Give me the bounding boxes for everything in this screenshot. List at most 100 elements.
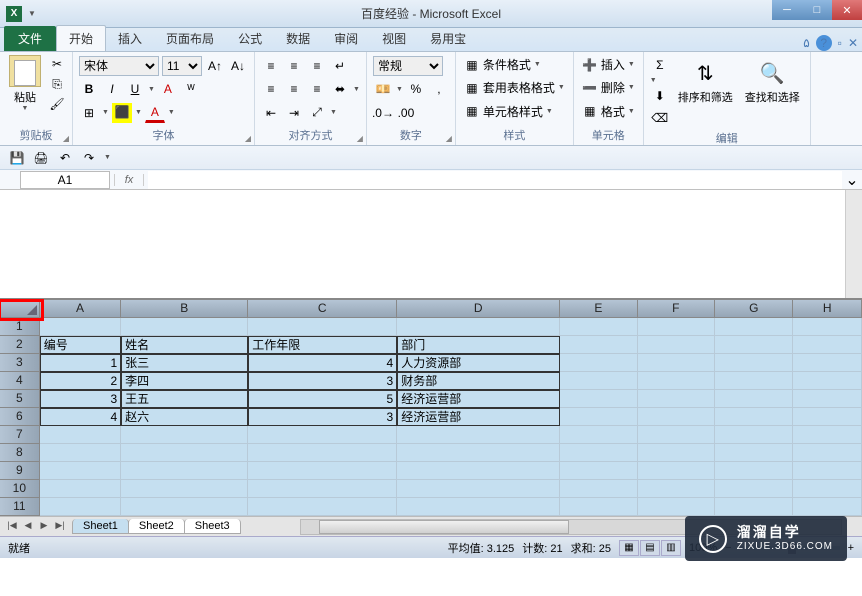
tab-review[interactable]: 审阅 (322, 26, 370, 51)
fx-icon[interactable]: fx (114, 174, 144, 186)
cell[interactable] (715, 444, 793, 462)
cell[interactable]: 人力资源部 (397, 354, 560, 372)
cell[interactable]: 李四 (121, 372, 248, 390)
cell[interactable] (248, 426, 397, 444)
table-format-button[interactable]: ▦套用表格格式▼ (462, 78, 567, 97)
fill-color-button[interactable]: ⬛ (112, 103, 132, 123)
tab-home[interactable]: 开始 (56, 25, 106, 51)
font-color-button[interactable]: A (145, 103, 165, 123)
cell[interactable] (40, 318, 121, 336)
conditional-format-button[interactable]: ▦条件格式▼ (462, 55, 567, 74)
cell[interactable] (397, 444, 560, 462)
align-center-icon[interactable]: ≡ (284, 79, 304, 99)
border-button[interactable]: ⊞ (79, 103, 99, 123)
tab-formulas[interactable]: 公式 (226, 26, 274, 51)
cell[interactable] (638, 372, 715, 390)
cell[interactable] (40, 444, 121, 462)
cell[interactable] (638, 390, 715, 408)
tab-insert[interactable]: 插入 (106, 26, 154, 51)
cell[interactable]: 工作年限 (248, 336, 397, 354)
align-bottom-icon[interactable]: ≡ (307, 56, 327, 76)
cell[interactable] (121, 480, 248, 498)
tab-pagelayout[interactable]: 页面布局 (154, 26, 226, 51)
row-header[interactable]: 5 (0, 390, 40, 408)
tab-file[interactable]: 文件 (4, 26, 56, 51)
row-header[interactable]: 9 (0, 462, 40, 480)
insert-cells-button[interactable]: ➕插入▼ (580, 55, 637, 74)
cell[interactable] (715, 354, 793, 372)
cell[interactable] (638, 318, 715, 336)
cell[interactable]: 赵六 (121, 408, 248, 426)
qat-dropdown-icon[interactable]: ▼ (28, 9, 38, 18)
clear-icon[interactable]: ⌫ (650, 108, 670, 128)
font-size-select[interactable]: 11 (162, 56, 202, 76)
zoom-in-icon[interactable]: + (848, 542, 854, 554)
cell[interactable] (40, 426, 121, 444)
cell[interactable] (715, 408, 793, 426)
cell[interactable] (638, 336, 715, 354)
row-header[interactable]: 7 (0, 426, 40, 444)
cell[interactable]: 5 (248, 390, 397, 408)
cell[interactable] (793, 390, 862, 408)
cell[interactable] (560, 498, 637, 516)
doc-close-icon[interactable]: ✕ (848, 36, 858, 50)
split-vscroll[interactable] (845, 190, 862, 298)
cell[interactable]: 张三 (121, 354, 248, 372)
autosum-icon[interactable]: Σ (650, 55, 670, 75)
cell[interactable] (793, 354, 862, 372)
cell[interactable]: 财务部 (397, 372, 560, 390)
cell[interactable] (121, 462, 248, 480)
row-header[interactable]: 10 (0, 480, 40, 498)
align-top-icon[interactable]: ≡ (261, 56, 281, 76)
merge-center-icon[interactable]: ⬌ (330, 79, 350, 99)
cell[interactable] (793, 408, 862, 426)
sheet-tab[interactable]: Sheet3 (184, 519, 241, 534)
cell[interactable] (793, 462, 862, 480)
cell[interactable]: 3 (248, 408, 397, 426)
cell[interactable] (40, 462, 121, 480)
cell[interactable]: 姓名 (121, 336, 248, 354)
copy-icon[interactable]: ⎘ (48, 75, 66, 93)
cell[interactable]: 4 (248, 354, 397, 372)
sheet-nav-first-icon[interactable]: |◀ (4, 520, 20, 534)
cell[interactable] (715, 390, 793, 408)
cell[interactable] (715, 372, 793, 390)
accounting-format-icon[interactable]: 💴 (373, 79, 393, 99)
cell[interactable] (248, 444, 397, 462)
format-cells-button[interactable]: ▦格式▼ (580, 102, 637, 121)
column-header[interactable]: A (40, 300, 121, 318)
cell[interactable] (560, 408, 637, 426)
italic-button[interactable]: I (102, 79, 122, 99)
clipboard-launcher-icon[interactable]: ◢ (63, 134, 69, 143)
cell[interactable] (638, 408, 715, 426)
maximize-button[interactable]: □ (802, 0, 832, 20)
view-pagebreak-icon[interactable]: ▥ (661, 540, 681, 556)
format-painter-icon[interactable]: 🖌 (48, 95, 66, 113)
sheet-nav-prev-icon[interactable]: ◀ (20, 520, 36, 534)
font-launcher-icon[interactable]: ◢ (245, 134, 251, 143)
cell[interactable]: 王五 (121, 390, 248, 408)
qat-customize-icon[interactable]: ▼ (104, 154, 111, 161)
increase-decimal-icon[interactable]: .0→ (373, 103, 393, 123)
tab-view[interactable]: 视图 (370, 26, 418, 51)
cell[interactable] (638, 498, 715, 516)
cell[interactable] (40, 498, 121, 516)
cell[interactable] (715, 336, 793, 354)
formula-expand-icon[interactable]: ⌄ (842, 170, 862, 190)
cell[interactable] (793, 480, 862, 498)
decrease-decimal-icon[interactable]: .00 (396, 103, 416, 123)
row-header[interactable]: 3 (0, 354, 40, 372)
cell[interactable] (560, 336, 637, 354)
cell[interactable] (560, 462, 637, 480)
cell[interactable] (40, 480, 121, 498)
row-header[interactable]: 4 (0, 372, 40, 390)
sheet-nav-last-icon[interactable]: ▶| (52, 520, 68, 534)
cell[interactable]: 经济运营部 (397, 390, 560, 408)
align-launcher-icon[interactable]: ◢ (357, 134, 363, 143)
cell[interactable] (397, 318, 560, 336)
find-select-button[interactable]: 🔍 查找和选择 (741, 55, 804, 128)
cell[interactable]: 2 (40, 372, 121, 390)
cell[interactable]: 1 (40, 354, 121, 372)
decrease-indent-icon[interactable]: ⇤ (261, 103, 281, 123)
close-button[interactable]: ✕ (832, 0, 862, 20)
